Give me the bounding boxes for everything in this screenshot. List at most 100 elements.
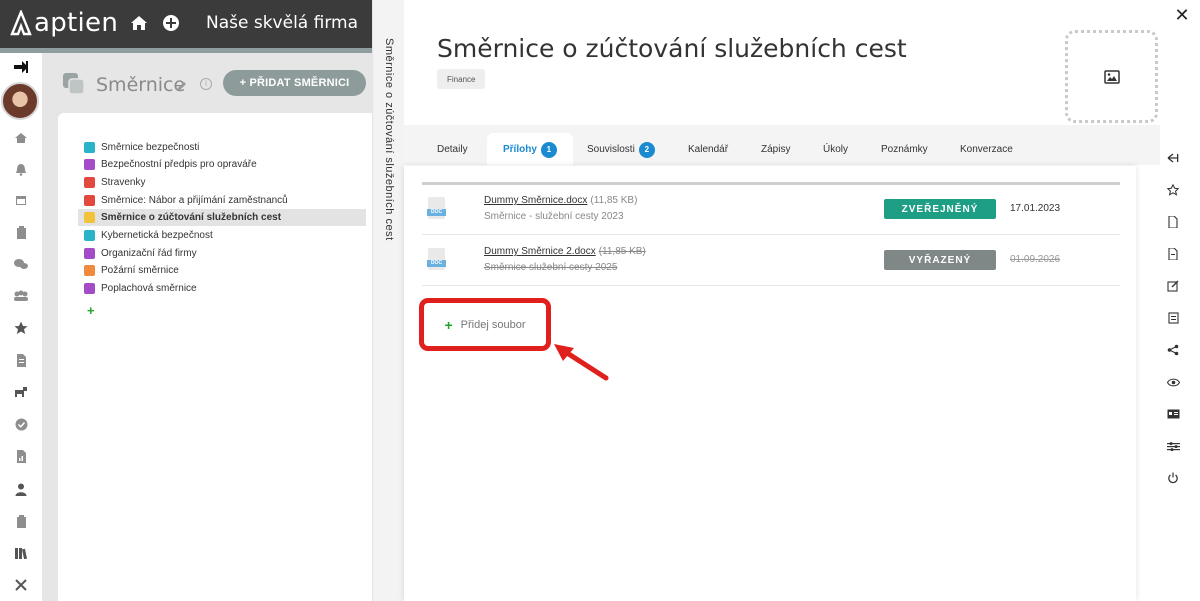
image-icon xyxy=(1103,69,1120,84)
user-avatar[interactable] xyxy=(1,82,39,120)
add-tree-item-button[interactable]: + xyxy=(87,303,95,318)
tree-item-label: Kybernetická bezpečnost xyxy=(101,230,213,241)
tree-item[interactable]: Směrnice bezpečnosti xyxy=(84,139,372,156)
file-description: Směrnice služební cesty 2025 xyxy=(484,262,618,273)
aptien-logo[interactable]: aptien xyxy=(10,8,118,38)
doc-file-icon: DOC xyxy=(427,248,446,270)
file-row: DOC Dummy Směrnice 2.docx (11,85 KB) Směr… xyxy=(422,236,1120,286)
file-size: (11,85 KB) xyxy=(598,246,646,257)
power-icon[interactable] xyxy=(1165,470,1181,486)
directives-tree: Směrnice bezpečnosti Bezpečnostní předpi… xyxy=(58,113,372,601)
file-date: 17.01.2023 xyxy=(1010,203,1061,214)
info-icon[interactable]: i xyxy=(200,78,212,90)
notes-icon[interactable] xyxy=(1165,310,1181,326)
tree-item[interactable]: Organizační řád firmy xyxy=(84,245,372,262)
add-file-button[interactable]: + Přidej soubor xyxy=(419,298,551,351)
check-badge-icon[interactable] xyxy=(12,415,30,433)
calendar-icon[interactable] xyxy=(12,191,30,209)
file-size: (11,85 KB) xyxy=(590,195,638,206)
tab-attachments[interactable]: Přílohy 1 xyxy=(487,133,573,166)
tree-item[interactable]: Kybernetická bezpečnost xyxy=(84,227,372,244)
edit-pencil-icon[interactable] xyxy=(176,79,188,91)
document-icon[interactable] xyxy=(12,351,30,369)
tree-item-label: Organizační řád firmy xyxy=(101,248,197,259)
star-outline-icon[interactable] xyxy=(1165,182,1181,198)
red-arrow-annotation xyxy=(554,344,609,381)
bell-icon[interactable] xyxy=(12,160,30,178)
file-description: Směrnice - služební cesty 2023 xyxy=(484,211,624,222)
monitor-icon xyxy=(84,142,95,153)
tree-item[interactable]: Bezpečnostní předpis pro opraváře xyxy=(84,156,372,173)
doc-file-icon: DOC xyxy=(427,197,446,219)
file-date: 01.09.2026 xyxy=(1010,254,1061,265)
hierarchy-icon xyxy=(84,248,95,259)
folder-icon xyxy=(84,212,95,223)
tree-item-label: Stravenky xyxy=(101,177,146,188)
books-icon[interactable] xyxy=(12,544,30,562)
tree-item-label: Směrnice: Nábor a přijímání zaměstnanců xyxy=(101,195,288,206)
tab-notes[interactable]: Poznámky xyxy=(881,133,928,166)
panel-title: Směrnice xyxy=(96,74,186,96)
user-icon[interactable] xyxy=(12,480,30,498)
collapse-left-icon[interactable] xyxy=(1165,150,1181,166)
tree-item[interactable]: Poplachová směrnice xyxy=(84,280,372,297)
image-placeholder[interactable] xyxy=(1065,30,1158,123)
top-bar: aptien Naše skvělá firma xyxy=(0,0,372,48)
file-row: DOC Dummy Směrnice.docx (11,85 KB) Směrni… xyxy=(422,185,1120,235)
tab-relations[interactable]: Souvislosti 2 xyxy=(587,133,655,166)
pdf-file-icon[interactable] xyxy=(1165,214,1181,230)
add-circle-icon[interactable] xyxy=(160,12,182,34)
clipboard-icon[interactable] xyxy=(12,223,30,241)
plus-icon: + xyxy=(444,316,453,333)
hierarchy-icon xyxy=(84,159,95,170)
tools-icon[interactable] xyxy=(12,576,30,594)
eye-icon[interactable] xyxy=(1165,374,1181,390)
tree-item-label: Požární směrnice xyxy=(101,265,179,276)
id-card-icon[interactable] xyxy=(1165,406,1181,422)
chat-icon[interactable] xyxy=(12,255,30,273)
share-icon[interactable] xyxy=(1165,342,1181,358)
tree-item-label: Směrnice bezpečnosti xyxy=(101,142,200,153)
vertical-title: Směrnice o zúčtování služebních cest xyxy=(383,38,395,241)
tree-item[interactable]: Směrnice: Nábor a přijímání zaměstnanců xyxy=(84,192,372,209)
tree-item-label: Poplachová směrnice xyxy=(101,283,197,294)
person-icon xyxy=(84,177,95,188)
monitor-icon xyxy=(84,230,95,241)
add-directive-button[interactable]: + PŘIDAT SMĚRNICI xyxy=(223,70,366,96)
clipboard-list-icon[interactable] xyxy=(12,512,30,530)
tree-item-label: Bezpečnostní předpis pro opraváře xyxy=(101,159,257,170)
file-icon[interactable] xyxy=(1165,246,1181,262)
file-name-link[interactable]: Dummy Směrnice.docx (11,85 KB) xyxy=(484,195,637,206)
edit-icon[interactable] xyxy=(1165,278,1181,294)
tree-item[interactable]: Požární směrnice xyxy=(84,262,372,279)
person-icon xyxy=(84,195,95,206)
tree-item[interactable]: Stravenky xyxy=(84,174,372,191)
home-icon[interactable] xyxy=(128,12,150,34)
relations-count-badge: 2 xyxy=(638,141,655,158)
star-icon[interactable] xyxy=(12,319,30,337)
logo-text: aptien xyxy=(34,8,119,38)
status-badge: VYŘAZENÝ xyxy=(884,250,996,270)
directives-icon xyxy=(62,72,86,96)
tab-details[interactable]: Detaily xyxy=(437,133,468,166)
attachments-count-badge: 1 xyxy=(540,141,557,158)
tab-conversation[interactable]: Konverzace xyxy=(960,133,1013,166)
people-icon[interactable] xyxy=(12,287,30,305)
sign-in-icon[interactable] xyxy=(12,58,30,76)
file-name-link[interactable]: Dummy Směrnice 2.docx (11,85 KB) xyxy=(484,246,646,257)
fire-icon xyxy=(84,265,95,276)
page-title: Směrnice o zúčtování služebních cest xyxy=(437,34,907,63)
report-icon[interactable] xyxy=(12,447,30,465)
sliders-icon[interactable] xyxy=(1165,438,1181,454)
category-tag[interactable]: Finance xyxy=(437,69,486,89)
dog-icon[interactable] xyxy=(12,383,30,401)
close-icon[interactable]: ✕ xyxy=(1172,5,1192,25)
home-rail-icon[interactable] xyxy=(12,129,30,147)
tree-item-selected[interactable]: Směrnice o zúčtování služebních cest xyxy=(78,209,366,226)
company-name[interactable]: Naše skvělá firma xyxy=(206,13,358,33)
tab-tasks[interactable]: Úkoly xyxy=(823,133,848,166)
tree-item-label: Směrnice o zúčtování služebních cest xyxy=(101,212,282,223)
tab-calendar[interactable]: Kalendář xyxy=(688,133,728,166)
tab-minutes[interactable]: Zápisy xyxy=(761,133,790,166)
status-badge: ZVEŘEJNĚNÝ xyxy=(884,199,996,219)
